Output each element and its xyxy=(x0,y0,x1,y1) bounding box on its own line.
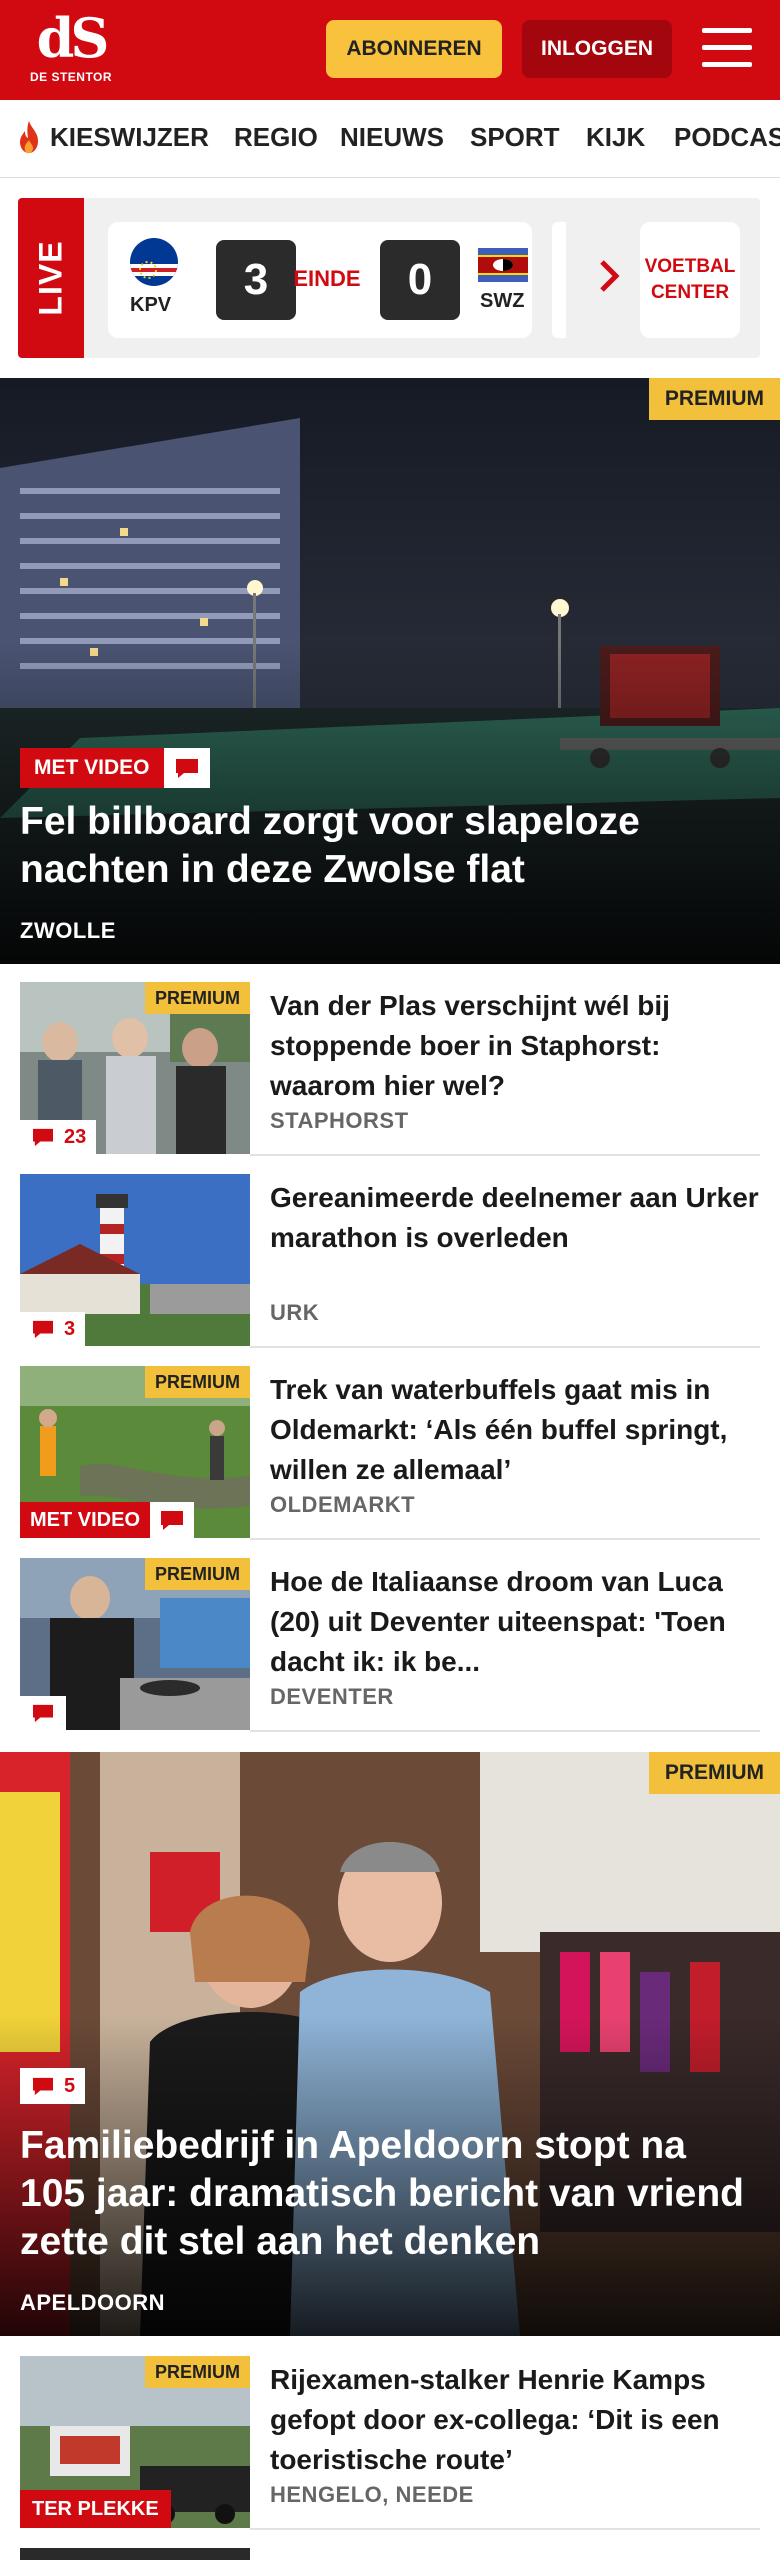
ter-plekke-tag: TER PLEKKE xyxy=(20,2490,171,2528)
comment-count[interactable]: 23 xyxy=(20,1120,97,1154)
article-thumbnail: PREMIUM xyxy=(20,1558,250,1730)
match-card[interactable]: KPV 3 EINDE 0 SWZ xyxy=(108,222,532,338)
comment-icon xyxy=(163,748,210,788)
video-tag: MET VIDEO xyxy=(20,748,210,788)
home-score: 3 xyxy=(216,240,296,320)
article-title[interactable]: Hoe de Italiaanse droom van Luca (20) ui… xyxy=(270,1562,760,1682)
comment-count[interactable] xyxy=(20,1696,66,1730)
hero-location: ZWOLLE xyxy=(20,918,116,943)
site-logo[interactable]: dS DE STENTOR xyxy=(28,6,114,92)
comment-icon xyxy=(33,1704,53,1723)
premium-badge: PREMIUM xyxy=(648,378,780,420)
hero-article-familiebedrijf[interactable]: PREMIUM 5 Familiebedrijf in Apeldoorn st… xyxy=(0,1752,780,2336)
away-score: 0 xyxy=(380,240,460,320)
comment-count-value: 5 xyxy=(64,2074,76,2097)
article-thumbnail: 3 xyxy=(20,1174,250,1346)
article-location: URK xyxy=(270,1300,320,1325)
article-title[interactable]: Van der Plas verschijnt wél bij stoppend… xyxy=(270,986,760,1106)
hero-title[interactable]: Familiebedrijf in Apeldoorn stopt na 105… xyxy=(20,2122,760,2266)
list-item[interactable]: 3 Gereanimeerde deelnemer aan Urker mara… xyxy=(20,1156,760,1348)
logo-name: DE STENTOR xyxy=(29,70,113,84)
article-title[interactable]: Trek van waterbuffels gaat mis in Oldema… xyxy=(270,1370,760,1490)
article-thumbnail: PREMIUM 23 xyxy=(20,982,250,1154)
nav-item-kijk[interactable]: KIJK xyxy=(586,122,645,153)
list-item[interactable]: PREMIUM 23 Van der Plas verschijnt wél b… xyxy=(20,964,760,1156)
premium-badge: PREMIUM xyxy=(145,1558,250,1590)
video-tag-label: MET VIDEO xyxy=(20,748,164,788)
article-location: DEVENTER xyxy=(270,1684,394,1709)
comment-icon xyxy=(33,1320,53,1339)
comment-icon xyxy=(33,2077,53,2096)
voetbal-center-label-2: CENTER xyxy=(650,282,730,303)
nav-item-kieswijzer[interactable]: KIESWIJZER xyxy=(50,122,209,153)
article-title[interactable]: Gereanimeerde deelnemer aan Urker marath… xyxy=(270,1178,760,1258)
live-scores-bar: LIVE KPV 3 EINDE 0 SWZ VOETBAL CENTER xyxy=(18,198,760,358)
article-thumbnail: PREMIUM TER PLEKKE xyxy=(20,2356,250,2528)
voetbal-center-button[interactable]: VOETBAL CENTER xyxy=(640,222,740,338)
premium-badge: PREMIUM xyxy=(145,1366,250,1398)
list-item[interactable]: PREMIUM TER PLEKKE Rijexamen-stalker Hen… xyxy=(20,2338,760,2530)
next-match-card-edge[interactable] xyxy=(552,222,566,338)
nav-item-regio[interactable]: REGIO xyxy=(234,122,318,153)
comment-count[interactable]: 5 xyxy=(20,2068,86,2104)
premium-badge: PREMIUM xyxy=(145,982,250,1014)
article-thumbnail: PREMIUM MET VIDEO xyxy=(20,1366,250,1538)
main-nav: KIESWIJZER REGIO NIEUWS SPORT KIJK PODCA… xyxy=(0,100,780,178)
premium-badge: PREMIUM xyxy=(648,1752,780,1794)
comment-icon xyxy=(33,1128,53,1147)
list-item[interactable]: PREMIUM MET VIDEO Trek van waterbuffels … xyxy=(20,1348,760,1540)
nav-item-podcasts[interactable]: PODCAS xyxy=(674,122,780,153)
eswatini-flag-icon xyxy=(478,248,528,282)
top-bar: dS DE STENTOR ABONNEREN INLOGGEN xyxy=(0,0,780,100)
nav-item-nieuws[interactable]: NIEUWS xyxy=(340,122,444,153)
premium-badge: PREMIUM xyxy=(145,2356,250,2388)
article-location: OLDEMARKT xyxy=(270,1492,416,1517)
article-title[interactable]: Rijexamen-stalker Henrie Kamps gefopt do… xyxy=(270,2360,760,2480)
video-tag-label: MET VIDEO xyxy=(20,1502,151,1538)
article-location: HENGELO, NEEDE xyxy=(270,2482,474,2507)
hero-title[interactable]: Fel billboard zorgt voor slapeloze nacht… xyxy=(20,798,760,894)
subscribe-button[interactable]: ABONNEREN xyxy=(326,20,502,78)
article-location: STAPHORST xyxy=(270,1108,409,1133)
login-button[interactable]: INLOGGEN xyxy=(522,20,672,78)
video-tag: MET VIDEO xyxy=(20,1502,195,1538)
flame-icon xyxy=(20,121,38,153)
comment-icon[interactable] xyxy=(150,1502,195,1538)
list-item[interactable]: PREMIUM Hoe de Italiaanse droom van Luca… xyxy=(20,1540,760,1732)
comment-count-value: 3 xyxy=(64,1317,76,1340)
logo-mark: dS xyxy=(36,6,110,70)
hero-article-billboard[interactable]: PREMIUM MET VIDEO Fel billboard zorgt vo… xyxy=(0,378,780,964)
away-team-code: SWZ xyxy=(480,290,525,312)
chevron-right-icon[interactable] xyxy=(598,258,622,304)
nav-item-sport[interactable]: SPORT xyxy=(470,122,560,153)
match-status: EINDE xyxy=(293,266,361,291)
comment-count-value: 23 xyxy=(64,1125,87,1148)
next-article-thumbnail[interactable] xyxy=(20,2548,250,2560)
divider xyxy=(250,1730,760,1732)
comment-count[interactable]: 3 xyxy=(20,1312,86,1346)
hero-location: APELDOORN xyxy=(20,2290,166,2315)
menu-icon[interactable] xyxy=(702,26,752,70)
cape-verde-flag-icon xyxy=(130,238,178,286)
voetbal-center-label-1: VOETBAL xyxy=(644,256,736,277)
live-label: LIVE xyxy=(18,198,84,358)
divider xyxy=(250,2528,760,2530)
home-team-code: KPV xyxy=(130,294,172,316)
